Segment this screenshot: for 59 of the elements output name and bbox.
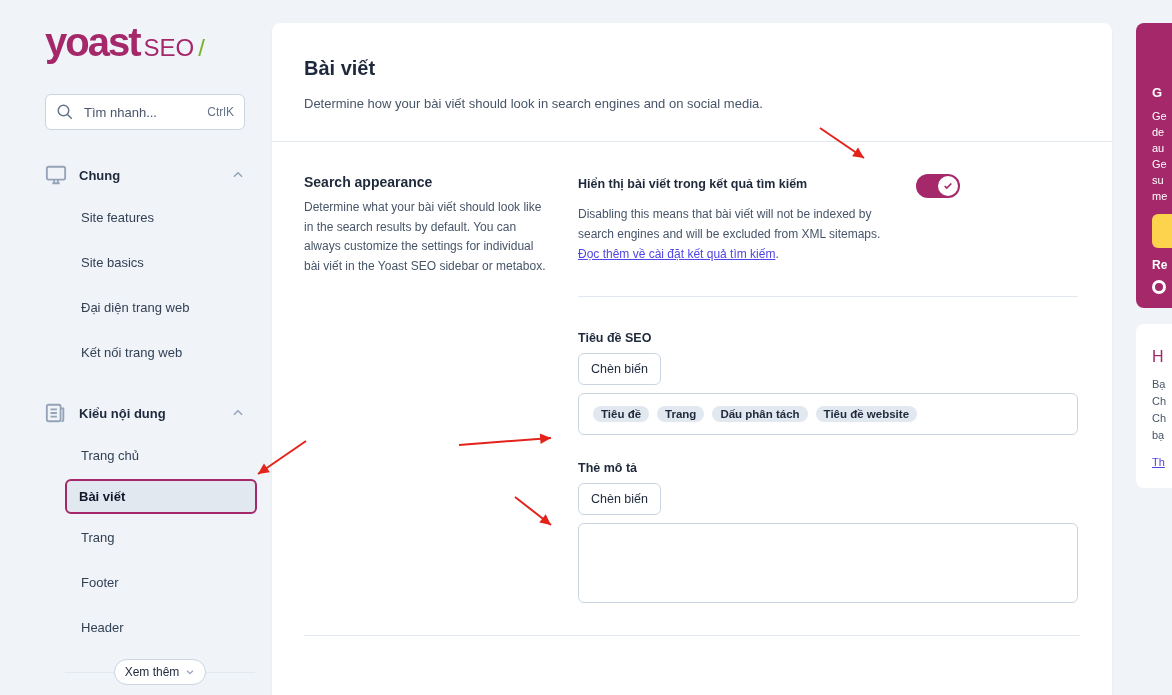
help-card-text-line: Ch xyxy=(1152,411,1168,426)
chevron-down-icon xyxy=(185,667,196,677)
nav-item[interactable]: Bài viết xyxy=(65,479,257,514)
search-box[interactable]: Tìm nhanh... CtrlK xyxy=(45,94,245,130)
nav-item[interactable]: Footer xyxy=(65,561,257,604)
toggle-label: Hiển thị bài viết trong kết quả tìm kiếm xyxy=(578,177,808,193)
annotation-arrow xyxy=(819,127,865,159)
promo-text-line: Ge xyxy=(1152,157,1168,172)
nav-item[interactable]: Trang chủ xyxy=(65,434,257,477)
promo-text-line: su xyxy=(1152,173,1165,188)
page-description: Determine how your bài viết should look in search engines and on social media. xyxy=(304,96,764,111)
variable-tag[interactable]: Dấu phân tách xyxy=(712,406,808,422)
variable-tag[interactable]: Trang xyxy=(657,406,705,422)
nav-item[interactable]: Site features xyxy=(65,196,257,239)
toggle-help-text: Disabling this means that bài viết will not be indexed by search engines and will be excluded from XML sitemaps. Đọc thêm về cài đặt kết quả tìm kiếm. xyxy=(578,206,882,263)
help-card-text-line: bạ xyxy=(1152,428,1166,443)
circle-logo-icon xyxy=(1152,280,1166,294)
nav-group-label[interactable]: Kiểu nội dung xyxy=(79,405,219,421)
field-label: Tiêu đề SEO xyxy=(578,331,653,345)
search-field[interactable]: Tìm nhanh... xyxy=(82,103,200,121)
shortcut-hint: CtrlK xyxy=(207,105,234,119)
nav-item[interactable]: Trang xyxy=(65,516,257,559)
section-title: Search appearance xyxy=(304,174,434,190)
nav-item[interactable]: Kết nối trang web xyxy=(65,331,257,374)
title-input-field[interactable]: Tiêu đề Trang Dấu phân tách Tiêu đề website xyxy=(578,393,1078,435)
show-more-button[interactable]: Xem thêm xyxy=(113,659,207,685)
logo-slash: / xyxy=(198,34,205,62)
promo-title: G xyxy=(1152,85,1164,100)
promo-button[interactable] xyxy=(1152,214,1172,248)
search-icon xyxy=(56,103,74,121)
check-icon xyxy=(943,181,953,191)
logo-wordmark: yoast xyxy=(45,22,140,62)
help-card-title: H xyxy=(1152,348,1165,366)
variable-tag[interactable]: Tiêu đề website xyxy=(815,406,918,422)
help-card-text-line: Bạ xyxy=(1152,377,1167,392)
newspaper-icon xyxy=(45,402,67,424)
field-label: Thẻ mô tả xyxy=(578,461,639,475)
insert-variable-button[interactable]: Chèn biến xyxy=(578,353,661,385)
nav-group-label[interactable]: Chung xyxy=(79,167,219,183)
description-input-field[interactable] xyxy=(578,523,1078,603)
promo-text-line: au xyxy=(1152,141,1166,156)
toggle-switch[interactable] xyxy=(916,174,960,198)
logo-suffix: SEO xyxy=(143,34,195,62)
annotation-arrow xyxy=(514,496,552,526)
promo-footer-text: Re xyxy=(1152,258,1169,272)
help-card-text-line: Ch xyxy=(1152,394,1168,409)
monitor-icon xyxy=(45,164,67,186)
annotation-arrow xyxy=(257,440,307,475)
variable-tag[interactable]: Tiêu đề xyxy=(593,406,650,422)
section-description: Determine what your bài viết should look like in the search results by default. You can always customize the settings for individual bài viết in the Yoast SEO sidebar or metabox. xyxy=(304,199,547,275)
insert-variable-button[interactable]: Chèn biến xyxy=(578,483,661,515)
nav-item[interactable]: Site basics xyxy=(65,241,257,284)
nav-item[interactable]: Header xyxy=(65,606,257,649)
help-card-link[interactable]: Th xyxy=(1152,456,1165,468)
promo-text-line: Ge xyxy=(1152,109,1168,124)
nav-item[interactable]: Đại diện trang web xyxy=(65,286,257,329)
page-title: Bài viết xyxy=(304,57,377,80)
promo-text-line: me xyxy=(1152,189,1169,204)
promo-text-line: de xyxy=(1152,125,1166,140)
